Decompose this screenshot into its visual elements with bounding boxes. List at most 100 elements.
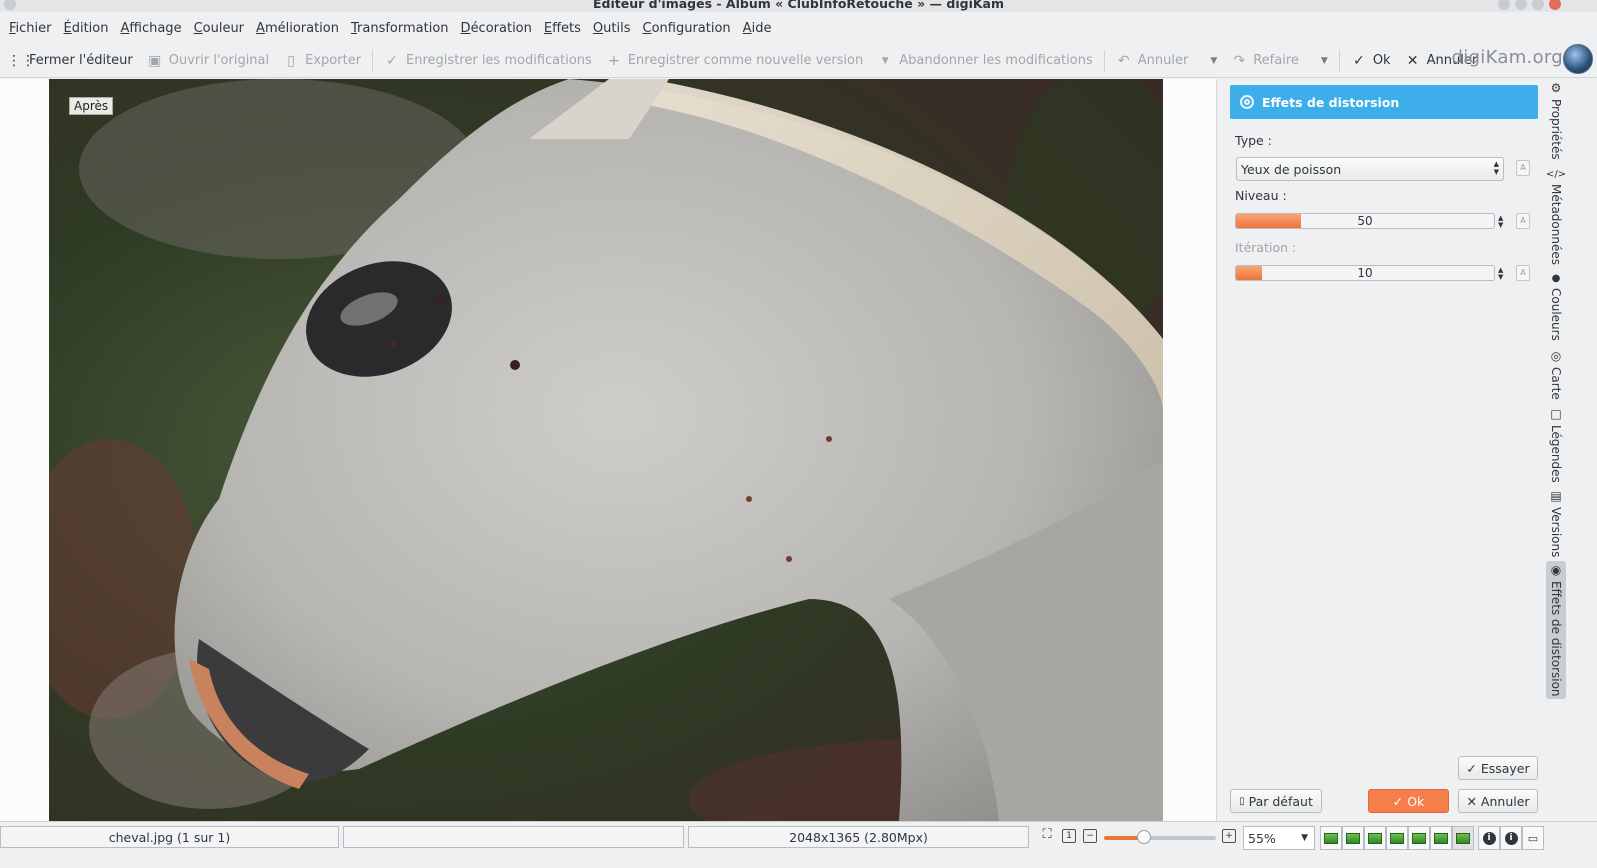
level-spin-icon[interactable]: ▲ ▼ [1498,215,1503,229]
tab-metadata[interactable]: </> Métadonnées [1546,169,1566,265]
save-changes-label: Enregistrer les modifications [406,53,592,68]
digikam-logo-icon[interactable] [1563,44,1593,74]
menu-transform[interactable]: Transformation [345,21,455,36]
iteration-spin-icon[interactable]: ▲ ▼ [1498,267,1503,281]
tab-metadata-label: Métadonnées [1549,184,1563,265]
undo-menu-icon[interactable]: ▼ [1210,56,1217,66]
display-button[interactable]: ▭ [1522,826,1544,850]
menu-help[interactable]: Aide [737,21,778,36]
tab-versions[interactable]: ▤ Versions [1546,489,1566,557]
level-reset-button[interactable]: A [1516,213,1530,229]
redo-button[interactable]: ↷ Refaire ▼ [1224,46,1335,76]
tab-distortion-effects[interactable]: ◉ Effets de distorsion [1546,561,1566,699]
menu-mnemonic: O [592,20,604,36]
close-editor-button[interactable]: ⋮⋮ Fermer l'éditeur [0,46,140,76]
preview-split-button[interactable] [1408,826,1430,850]
try-label: Essayer [1480,760,1530,776]
tab-map[interactable]: ◎ Carte [1546,349,1566,400]
toolbar-ok-button[interactable]: ✓ Ok [1344,46,1398,76]
fit-window-icon[interactable]: ⛶ [1040,828,1054,843]
menu-file[interactable]: Fichier [3,21,58,36]
tab-captions[interactable]: □ Légendes [1546,407,1566,483]
type-label: Type : [1235,133,1272,148]
close-icon: ✕ [1466,793,1477,809]
photo-preview[interactable] [49,79,1163,821]
underexposure-button[interactable] [1320,826,1342,850]
export-icon: ▯ [287,52,295,69]
tab-colors[interactable]: ● Couleurs [1546,273,1566,341]
histogram-buttons [1320,826,1474,850]
side-tabs: ⚙ Propriétés </> Métadonnées ● Couleurs … [1546,79,1566,821]
menu-mnemonic: C [193,20,203,36]
zoom-out-icon[interactable]: − [1083,829,1097,843]
export-button[interactable]: ▯ Exporter [276,46,368,76]
toolbar-ok-label: Ok [1372,53,1391,68]
menu-mnemonic: A [742,20,752,36]
panel-title-bar: Effets de distorsion [1230,85,1538,119]
panel-splitter[interactable] [1216,79,1224,821]
window-title: Editeur d'images - Album « ClubInfoRetou… [593,0,1004,11]
discard-changes-label: Abandonner les modifications [899,53,1093,68]
discard-changes-button[interactable]: ▼ Abandonner les modifications [870,46,1099,76]
menu-settings[interactable]: Configuration [637,21,737,36]
default-button[interactable]: ▯ Par défaut [1230,789,1322,813]
check-icon: ✓ [1466,760,1477,776]
menu-label: mélioration [264,20,339,36]
tab-properties[interactable]: ⚙ Propriétés [1546,81,1566,160]
menu-mnemonic: E [543,20,553,36]
menu-view[interactable]: Affichage [114,21,187,36]
zoom-100-icon[interactable]: 1 [1062,829,1076,843]
level-value: 50 [1357,214,1373,228]
chevron-down-icon: ▼ [881,55,889,66]
preview-target-button[interactable] [1430,826,1452,850]
overexposure-button[interactable] [1342,826,1364,850]
progress-field [343,826,684,848]
zoom-slider-handle[interactable] [1137,830,1152,844]
iteration-slider[interactable]: 10 [1235,265,1495,281]
menu-edit[interactable]: Édition [58,21,115,36]
iteration-value: 10 [1357,266,1373,280]
menu-label: ouleur [202,20,245,36]
menu-enhance[interactable]: Amélioration [250,21,345,36]
menu-effects[interactable]: Effets [538,21,587,36]
redo-menu-icon[interactable]: ▼ [1321,56,1328,66]
close-editor-label: Fermer l'éditeur [29,53,133,68]
info-button-1[interactable]: i [1478,826,1500,850]
level-label: Niveau : [1235,188,1287,203]
menu-label: utils [603,20,631,36]
redo-icon: ↷ [1233,52,1246,69]
save-new-version-button[interactable]: + Enregistrer comme nouvelle version [599,46,870,76]
panel-cancel-button[interactable]: ✕ Annuler [1458,789,1538,813]
iteration-reset-button[interactable]: A [1516,265,1530,281]
menu-decorate[interactable]: Décoration [455,21,538,36]
preview-compare-button[interactable] [1452,826,1474,850]
menu-tools[interactable]: Outils [587,21,637,36]
zoom-in-icon[interactable]: + [1222,829,1236,843]
level-slider[interactable]: 50 [1235,213,1495,229]
type-select[interactable]: Yeux de poisson ▲ ▼ [1236,157,1504,181]
menu-color[interactable]: Couleur [188,21,250,36]
color-managed-icon [1368,832,1382,844]
distortion-tool-panel: Effets de distorsion Type : Yeux de pois… [1224,79,1546,821]
menu-mnemonic: C [642,20,652,36]
undo-label: Annuler [1137,53,1189,68]
zoom-select[interactable]: 55% ▼ [1243,826,1315,850]
undo-icon: ↶ [1117,52,1130,69]
distortion-icon [1240,95,1254,109]
open-original-button[interactable]: ▣ Ouvrir l'original [140,46,276,76]
check-icon: ✓ [1352,52,1365,69]
panel-ok-button[interactable]: ✓ Ok [1368,789,1449,813]
default-label: Par défaut [1248,793,1313,809]
info-button-2[interactable]: i [1500,826,1522,850]
distortion-icon: ◉ [1550,563,1562,577]
preview-original-button[interactable] [1386,826,1408,850]
try-button[interactable]: ✓ Essayer [1458,756,1538,780]
color-managed-view-button[interactable] [1364,826,1386,850]
brand-text[interactable]: digiKam.org [1452,47,1563,68]
type-reset-button[interactable]: A [1516,160,1530,176]
undo-button[interactable]: ↶ Annuler ▼ [1109,46,1225,76]
image-canvas[interactable] [0,79,1216,821]
menu-label: ransformation [357,20,449,36]
save-changes-button[interactable]: ✓ Enregistrer les modifications [377,46,599,76]
zoom-slider[interactable] [1104,836,1216,840]
